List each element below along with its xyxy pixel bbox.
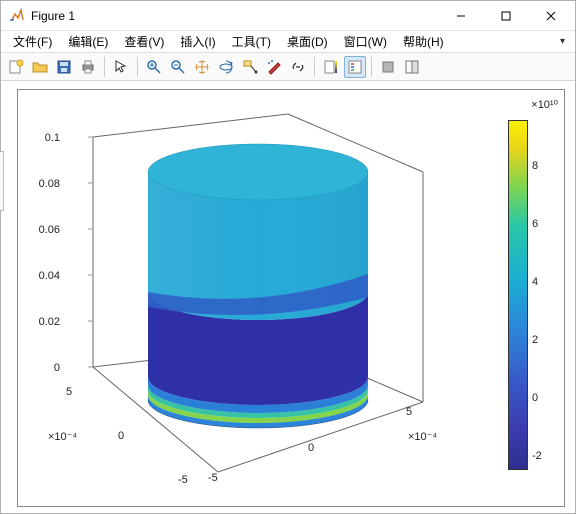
colorbar-exponent: ×10¹⁰ <box>531 98 558 111</box>
menu-edit[interactable]: 编辑(E) <box>60 31 116 52</box>
menu-bar: 文件(F) 编辑(E) 查看(V) 插入(I) 工具(T) 桌面(D) 窗口(W… <box>1 31 575 53</box>
y-exponent-label: ×10⁻⁴ <box>48 430 77 443</box>
open-button[interactable] <box>29 56 51 78</box>
z-tick-label: 0 <box>24 362 60 374</box>
window-buttons <box>438 1 573 30</box>
zoom-in-button[interactable] <box>143 56 165 78</box>
dock-peek <box>0 151 4 211</box>
minimize-button[interactable] <box>438 1 483 30</box>
toolbar-separator <box>314 57 315 77</box>
menu-desktop[interactable]: 桌面(D) <box>279 31 336 52</box>
rotate3d-button[interactable] <box>215 56 237 78</box>
z-tick-label: 0.06 <box>24 224 60 236</box>
pan-button[interactable] <box>191 56 213 78</box>
dock-button[interactable] <box>401 56 423 78</box>
x-tick-label: 5 <box>406 406 412 418</box>
z-tick-label: 0.02 <box>24 316 60 328</box>
new-figure-button[interactable] <box>5 56 27 78</box>
z-tick-label: 0.08 <box>24 178 60 190</box>
menu-help[interactable]: 帮助(H) <box>395 31 452 52</box>
zoom-out-button[interactable] <box>167 56 189 78</box>
maximize-button[interactable] <box>483 1 528 30</box>
window-title: Figure 1 <box>31 9 438 23</box>
menu-insert[interactable]: 插入(I) <box>172 31 223 52</box>
z-tick-label: 0.04 <box>24 270 60 282</box>
figure-toolbar <box>1 53 575 81</box>
matlab-icon <box>9 8 25 24</box>
close-button[interactable] <box>528 1 573 30</box>
menu-tools[interactable]: 工具(T) <box>224 31 279 52</box>
toolbar-separator <box>104 57 105 77</box>
axes-container[interactable]: 0 0.02 0.04 0.06 0.08 0.1 -5 0 5 ×10⁻⁴ -… <box>17 89 565 507</box>
x-tick-label: 0 <box>308 442 314 454</box>
title-bar: Figure 1 <box>1 1 575 31</box>
print-button[interactable] <box>77 56 99 78</box>
insert-colorbar-button[interactable] <box>320 56 342 78</box>
save-button[interactable] <box>53 56 75 78</box>
brush-button[interactable] <box>263 56 285 78</box>
x-exponent-label: ×10⁻⁴ <box>408 430 437 443</box>
y-tick-label: 5 <box>66 386 72 398</box>
colorbar-tick-label: 8 <box>532 160 552 172</box>
link-button[interactable] <box>287 56 309 78</box>
axes3d[interactable] <box>38 102 438 502</box>
insert-legend-button[interactable] <box>344 56 366 78</box>
menu-dropdown-icon[interactable]: ▾ <box>554 36 571 47</box>
menu-window[interactable]: 窗口(W) <box>336 31 395 52</box>
figure-content: 0 0.02 0.04 0.06 0.08 0.1 -5 0 5 ×10⁻⁴ -… <box>1 81 575 513</box>
colorbar-tick-label: 0 <box>532 392 552 404</box>
y-tick-label: -5 <box>178 474 188 486</box>
colorbar-tick-label: 4 <box>532 276 552 288</box>
y-tick-label: 0 <box>118 430 124 442</box>
toolbar-separator <box>371 57 372 77</box>
z-tick-label: 0.1 <box>24 132 60 144</box>
hide-tools-button[interactable] <box>377 56 399 78</box>
x-tick-label: -5 <box>208 472 218 484</box>
menu-file[interactable]: 文件(F) <box>5 31 60 52</box>
menu-view[interactable]: 查看(V) <box>116 31 172 52</box>
colorbar-tick-label: 2 <box>532 334 552 346</box>
figure-window: Figure 1 文件(F) 编辑(E) 查看(V) 插入(I) 工具(T) 桌… <box>0 0 576 514</box>
toolbar-separator <box>137 57 138 77</box>
colorbar[interactable] <box>508 120 528 470</box>
cylinder-surface <box>148 144 368 428</box>
colorbar-tick-label: -2 <box>532 450 552 462</box>
pointer-button[interactable] <box>110 56 132 78</box>
data-cursor-button[interactable] <box>239 56 261 78</box>
colorbar-tick-label: 6 <box>532 218 552 230</box>
